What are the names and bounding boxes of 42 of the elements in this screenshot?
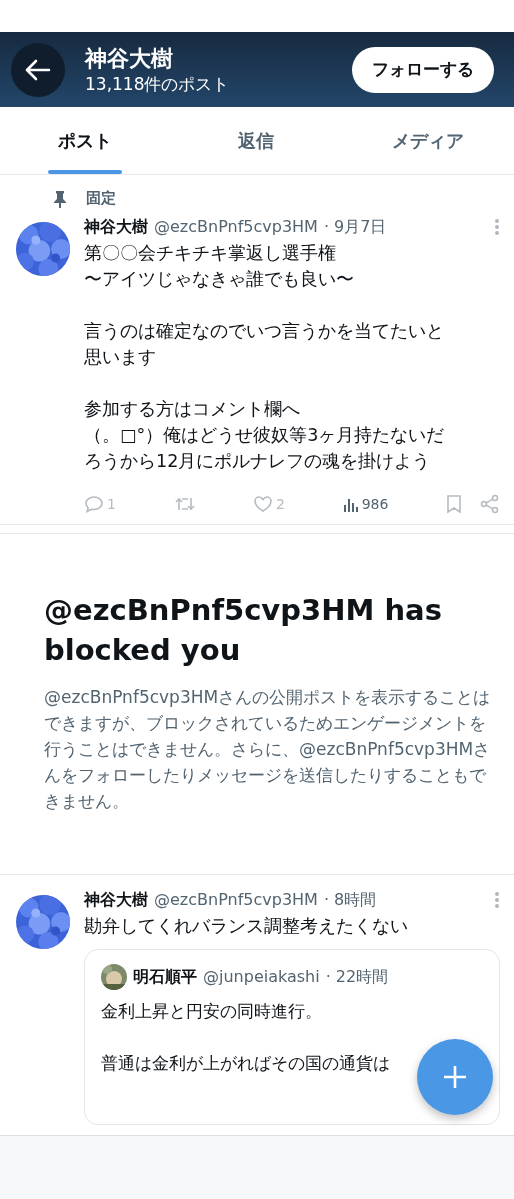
follow-button[interactable]: フォローする bbox=[352, 46, 494, 93]
blocked-message: @ezcBnPnf5cvp3HMさんの公開ポストを表示することはできますが、ブロックされているためエンゲージメントを行うことはできません。さらに、@ezcBnPnf5cvp3HMさんをフォローしたりメッセージを送信したりすることもできません。 bbox=[44, 686, 492, 813]
author-handle: @ezcBnPnf5cvp3HM bbox=[154, 889, 318, 911]
post-text: 普通は金利が上がればその国の通貨は bbox=[101, 1052, 391, 1075]
post-time: · 9月7日 bbox=[323, 216, 387, 238]
post-text-line: （。□°）俺はどうせ彼奴等3ヶ月持たないだ bbox=[84, 424, 445, 447]
speech-bubble-icon bbox=[84, 495, 104, 513]
heart-icon bbox=[253, 495, 274, 513]
post-text: 勘弁してくれバランス調整考えたくない bbox=[84, 915, 409, 938]
more-icon[interactable] bbox=[494, 891, 500, 909]
author-handle: @junpeiakashi bbox=[203, 966, 320, 988]
pinned-label: 固定 bbox=[86, 189, 116, 208]
bar-chart-icon bbox=[342, 496, 359, 512]
post-text-line: 第〇〇会チキチキ掌返し選手権 bbox=[84, 242, 336, 265]
author-handle: @ezcBnPnf5cvp3HM bbox=[154, 216, 318, 238]
back-button[interactable] bbox=[11, 42, 65, 97]
tab[interactable]: メディア bbox=[342, 107, 514, 174]
share-icon[interactable] bbox=[479, 494, 500, 514]
blocked-title: @ezcBnPnf5cvp3HM has blocked you bbox=[44, 592, 443, 669]
post-text-line: 〜アイツじゃなきゃ誰でも良い〜 bbox=[84, 268, 354, 291]
views-button[interactable]: 986 bbox=[342, 496, 389, 512]
profile-name: 神谷大樹 bbox=[85, 44, 174, 73]
bookmark-icon[interactable] bbox=[445, 494, 462, 514]
author-name: 明石順平 bbox=[133, 966, 197, 988]
more-icon[interactable] bbox=[494, 218, 500, 236]
post-text-line: ろうから12月にポルナレフの魂を掛けよう bbox=[84, 450, 431, 473]
author-name: 神谷大樹 bbox=[84, 216, 148, 238]
pin-icon bbox=[52, 189, 68, 208]
compose-button[interactable] bbox=[417, 1039, 493, 1115]
post-time: · 22時間 bbox=[325, 966, 389, 988]
post-text-line: 言うのは確定なのでいつ言うかを当てたいと bbox=[84, 320, 444, 343]
post-time: · 8時間 bbox=[323, 889, 377, 911]
post-count: 13,118件のポスト bbox=[85, 72, 231, 95]
post-text: 金利上昇と円安の同時進行。 bbox=[101, 1000, 323, 1023]
post-text-line: 思います bbox=[84, 346, 156, 369]
back-arrow-icon bbox=[25, 58, 51, 81]
repost-icon[interactable] bbox=[173, 495, 196, 513]
author-name: 神谷大樹 bbox=[84, 889, 148, 911]
tab[interactable]: 返信 bbox=[170, 107, 342, 174]
tab[interactable]: ポスト bbox=[0, 107, 170, 174]
plus-icon bbox=[442, 1064, 468, 1090]
post-text-line: 参加する方はコメント欄へ bbox=[84, 398, 300, 421]
